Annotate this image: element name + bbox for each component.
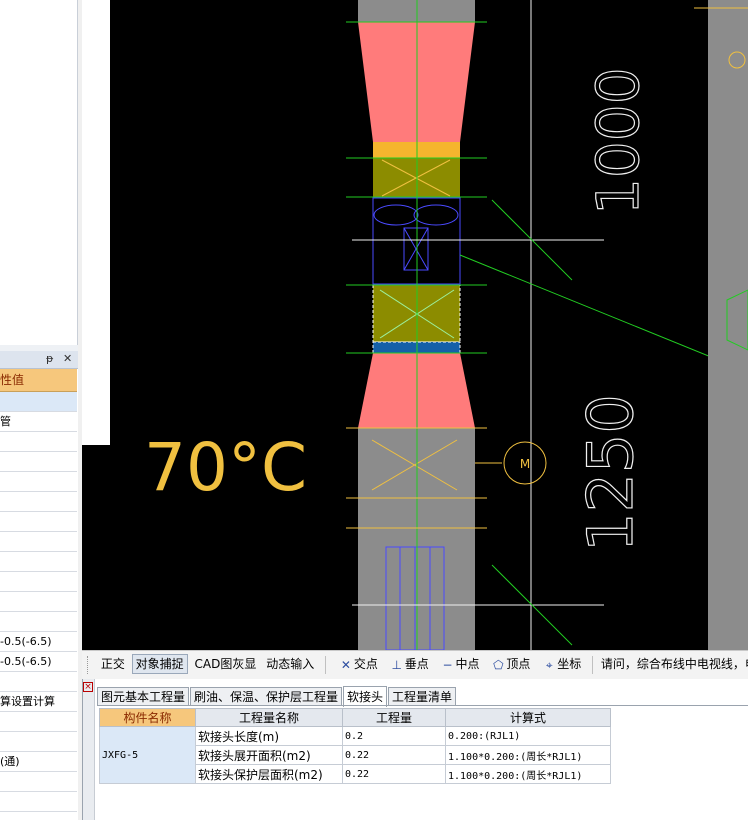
quantity-cell[interactable]: 0.22 [342,745,446,765]
property-rows: 管 -0.5(-6.5) -0.5(-6.5) 算设置计算 (通) [0,392,77,812]
toolbar-separator [325,656,327,674]
tab-2[interactable]: 软接头 [343,686,388,707]
dynamic-input-button[interactable]: 动态输入 [263,654,317,674]
property-row[interactable] [0,552,77,572]
quantity-cell[interactable]: 0.2 [342,726,446,746]
property-row[interactable] [0,712,77,732]
property-panel-titlebar: ᵽ ✕ [0,351,78,369]
quantity-name-cell[interactable]: 软接头展开面积(m2) [195,745,343,765]
leader-line [459,254,748,373]
coordinate-icon: ⌖ [545,657,553,672]
property-row[interactable] [0,572,77,592]
col-header-component: 构件名称 [99,708,196,727]
col-header-quantity: 工程量 [342,708,446,727]
formula-cell[interactable]: 1.100*0.200:(周长*RJL1) [445,745,611,765]
quantity-cell[interactable]: 0.22 [342,764,446,784]
toolbar-grip[interactable] [87,656,91,674]
vertex-icon: ⬠ [493,657,504,672]
perpendicular-snap[interactable]: ⊥ 垂点 [385,654,432,674]
formula-cell[interactable]: 1.100*0.200:(周长*RJL1) [445,764,611,784]
close-icon[interactable]: × [83,682,93,692]
cad-gray-button[interactable]: CAD图灰显 [192,654,260,674]
property-row[interactable] [0,532,77,552]
duct-right [708,0,748,650]
component-list-area[interactable] [0,0,78,346]
property-row[interactable] [0,472,77,492]
property-value-header-label: 属性值 [0,373,25,387]
property-row[interactable]: -0.5(-6.5) [0,652,77,672]
intersection-icon: ✕ [340,657,351,672]
component-name-cell[interactable]: JXFG-5 [99,726,196,784]
midpoint-label: 中点 [455,657,480,671]
property-row[interactable] [0,592,77,612]
property-row[interactable]: (通) [0,752,77,772]
property-row[interactable]: 管 [0,412,77,432]
quantity-content: 构件名称 工程量名称 工程量 计算式 JXFG-5 软接头长度(m) 0.2 0… [97,705,748,821]
property-row[interactable] [0,732,77,752]
perpendicular-label: 垂点 [404,657,429,671]
quantity-tabs: 图元基本工程量 刷油、保温、保护层工程量 软接头 工程量清单 [97,685,457,707]
tab-1[interactable]: 刷油、保温、保护层工程量 [190,687,343,706]
svg-text:M: M [520,457,530,471]
property-row[interactable] [0,772,77,792]
vertex-snap[interactable]: ⬠ 顶点 [486,654,533,674]
property-row[interactable] [0,452,77,472]
toolbar-separator [592,656,594,674]
status-message: 请问，综合布线中电视线，电 [600,657,748,671]
coordinate-snap[interactable]: ⌖ 坐标 [537,654,584,674]
perpendicular-icon: ⊥ [391,657,402,672]
property-panel: ᵽ ✕ 属性值 管 -0.5(-6.5)-0.5(-6.5) 算设置计算 (通) [0,0,78,820]
quantity-name-cell[interactable]: 软接头保护层面积(m2) [195,764,343,784]
property-row[interactable] [0,792,77,812]
tab-0[interactable]: 图元基本工程量 [97,687,190,706]
dimension-label-lower: 1250 [574,394,647,552]
quantity-name-cell[interactable]: 软接头长度(m) [195,726,343,746]
property-row[interactable]: -0.5(-6.5) [0,632,77,652]
pin-icon[interactable]: ᵽ [46,352,53,365]
object-snap-button[interactable]: 对象捕捉 [131,654,188,674]
property-row[interactable] [0,392,77,412]
property-row[interactable] [0,672,77,692]
vertex-label: 顶点 [506,657,531,671]
intersection-snap[interactable]: ✕ 交点 [334,654,381,674]
col-header-formula: 计算式 [445,708,611,727]
close-icon[interactable]: ✕ [63,352,72,365]
snap-toolbar: 正交 对象捕捉 CAD图灰显 动态输入 ✕ 交点 ⊥ 垂点 − 中点 ⬠ 顶点 ⌖ 坐标 … [82,650,748,680]
quantity-panel: × 图元基本工程量 刷油、保温、保护层工程量 软接头 工程量清单 构件名称 工程量名称… [82,679,748,820]
intersection-label: 交点 [353,657,378,671]
cad-canvas[interactable]: M 70°C 1000 1250 [82,0,748,650]
panel-side-strip: × [83,679,95,820]
temperature-label: 70°C [144,429,307,506]
property-row[interactable] [0,612,77,632]
property-row[interactable] [0,512,77,532]
coordinate-label: 坐标 [557,657,582,671]
tab-3[interactable]: 工程量清单 [388,687,457,706]
midpoint-icon: − [442,657,453,672]
table-row[interactable]: JXFG-5 软接头长度(m) 0.2 0.200:(RJL1) [99,726,611,784]
formula-cell[interactable]: 0.200:(RJL1) [445,726,611,746]
property-row[interactable]: 算设置计算 [0,692,77,712]
property-row[interactable] [0,492,77,512]
property-value-header: 属性值 [0,369,77,392]
col-header-quantity-name: 工程量名称 [195,708,343,727]
property-row[interactable] [0,432,77,452]
canvas-left-white [82,0,110,445]
midpoint-snap[interactable]: − 中点 [436,654,483,674]
ortho-button[interactable]: 正交 [98,654,128,674]
dimension-label-upper: 1000 [584,67,652,215]
quantity-table: 构件名称 工程量名称 工程量 计算式 JXFG-5 软接头长度(m) 0.2 0… [99,708,611,784]
